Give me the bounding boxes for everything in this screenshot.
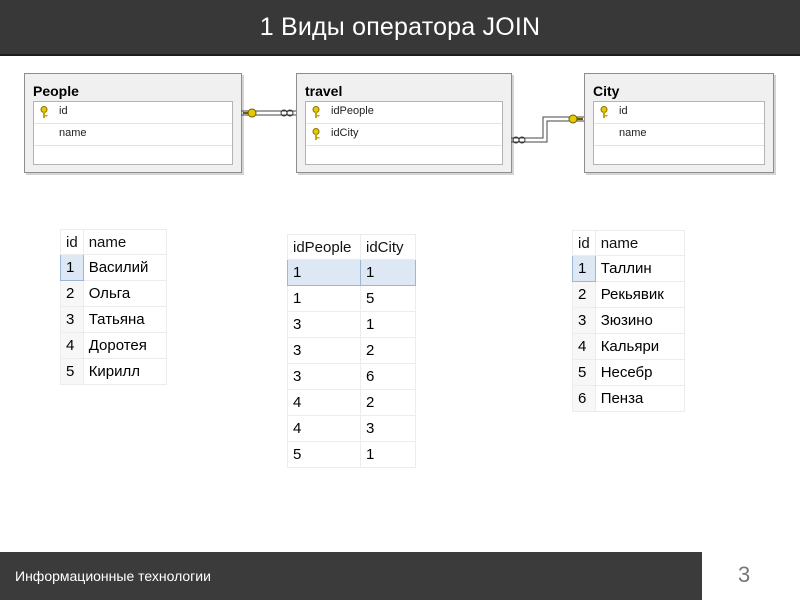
grid-cell[interactable]: Таллин	[594, 255, 685, 282]
column-header[interactable]: id	[572, 230, 596, 256]
table-row[interactable]: 5 Несебр	[572, 359, 685, 386]
table-row[interactable]: 4 3	[287, 415, 416, 442]
grid-cell[interactable]: 4	[287, 415, 361, 442]
grid-cell[interactable]: 3	[60, 306, 84, 333]
city-results-grid[interactable]: id name 1 Таллин 2 Рекьявик 3 Зюзино 4 К…	[572, 230, 685, 412]
table-row[interactable]: 3 6	[287, 363, 416, 390]
column-header[interactable]: id	[60, 229, 84, 255]
grid-cell[interactable]: 1	[360, 311, 416, 338]
table-row[interactable]: 1 Василий	[60, 254, 167, 281]
grid-cell[interactable]: Рекьявик	[594, 281, 685, 308]
grid-cell[interactable]: 3	[572, 307, 596, 334]
grid-cell[interactable]: 1	[572, 255, 596, 282]
column-header[interactable]: idCity	[360, 234, 416, 260]
table-row[interactable]: 3 Татьяна	[60, 306, 167, 333]
grid-cell[interactable]: 2	[572, 281, 596, 308]
grid-cell[interactable]: 3	[360, 415, 416, 442]
table-row[interactable]: 5 1	[287, 441, 416, 468]
grid-cell[interactable]: Доротея	[82, 332, 167, 359]
grid-cell[interactable]: 1	[287, 259, 361, 286]
people-results-grid[interactable]: id name 1 Василий 2 Ольга 3 Татьяна 4 До…	[60, 229, 167, 385]
grid-cell[interactable]: Ольга	[82, 280, 167, 307]
table-row[interactable]: 4 2	[287, 389, 416, 416]
table-row[interactable]: 4 Доротея	[60, 332, 167, 359]
grid-cell[interactable]: Несебр	[594, 359, 685, 386]
grid-cell[interactable]: 1	[360, 441, 416, 468]
grid-cell[interactable]: Пенза	[594, 385, 685, 412]
grid-cell[interactable]: Кирилл	[82, 358, 167, 385]
grid-cell[interactable]: 5	[60, 358, 84, 385]
grid-cell[interactable]: 4	[287, 389, 361, 416]
table-row[interactable]: 2 Ольга	[60, 280, 167, 307]
relationship-one-key-icon	[568, 114, 583, 124]
table-row[interactable]: 5 Кирилл	[60, 358, 167, 385]
grid-header-row: id name	[60, 229, 167, 255]
grid-cell[interactable]: 1	[360, 259, 416, 286]
grid-cell[interactable]: 2	[360, 337, 416, 364]
grid-cell[interactable]: 4	[572, 333, 596, 360]
relationship-travel-city[interactable]	[511, 114, 584, 144]
grid-cell[interactable]: Зюзино	[594, 307, 685, 334]
grid-cell[interactable]: Василий	[82, 254, 167, 281]
grid-cell[interactable]: Татьяна	[82, 306, 167, 333]
relationship-connectors	[241, 108, 584, 144]
relationship-one-key-icon	[243, 108, 257, 118]
grid-cell[interactable]: Кальяри	[594, 333, 685, 360]
grid-cell[interactable]: 5	[287, 441, 361, 468]
column-header[interactable]: name	[82, 229, 167, 255]
page-number: 3	[738, 562, 751, 587]
grid-cell[interactable]: 1	[60, 254, 84, 281]
grid-cell[interactable]: 4	[60, 332, 84, 359]
column-header[interactable]: name	[594, 230, 685, 256]
footer-text: Информационные технологии	[15, 568, 211, 584]
grid-header-row: id name	[572, 230, 685, 256]
grid-cell[interactable]: 1	[287, 285, 361, 312]
table-row[interactable]: 3 1	[287, 311, 416, 338]
table-row[interactable]: 2 Рекьявик	[572, 281, 685, 308]
column-header[interactable]: idPeople	[287, 234, 361, 260]
grid-cell[interactable]: 3	[287, 363, 361, 390]
table-row[interactable]: 3 Зюзино	[572, 307, 685, 334]
table-row[interactable]: 4 Кальяри	[572, 333, 685, 360]
slide-footer: Информационные технологии	[0, 552, 702, 600]
grid-cell[interactable]: 6	[572, 385, 596, 412]
relationship-people-travel[interactable]	[241, 108, 296, 118]
grid-cell[interactable]: 2	[60, 280, 84, 307]
table-row[interactable]: 3 2	[287, 337, 416, 364]
grid-cell[interactable]: 5	[572, 359, 596, 386]
grid-header-row: idPeople idCity	[287, 234, 416, 260]
grid-cell[interactable]: 3	[287, 337, 361, 364]
grid-cell[interactable]: 6	[360, 363, 416, 390]
table-row[interactable]: 1 Таллин	[572, 255, 685, 282]
table-row[interactable]: 1 5	[287, 285, 416, 312]
grid-cell[interactable]: 2	[360, 389, 416, 416]
table-row[interactable]: 1 1	[287, 259, 416, 286]
travel-results-grid[interactable]: idPeople idCity 1 1 1 5 3 1 3 2 3 6 4 2 …	[287, 234, 416, 468]
table-row[interactable]: 6 Пенза	[572, 385, 685, 412]
grid-cell[interactable]: 5	[360, 285, 416, 312]
grid-cell[interactable]: 3	[287, 311, 361, 338]
